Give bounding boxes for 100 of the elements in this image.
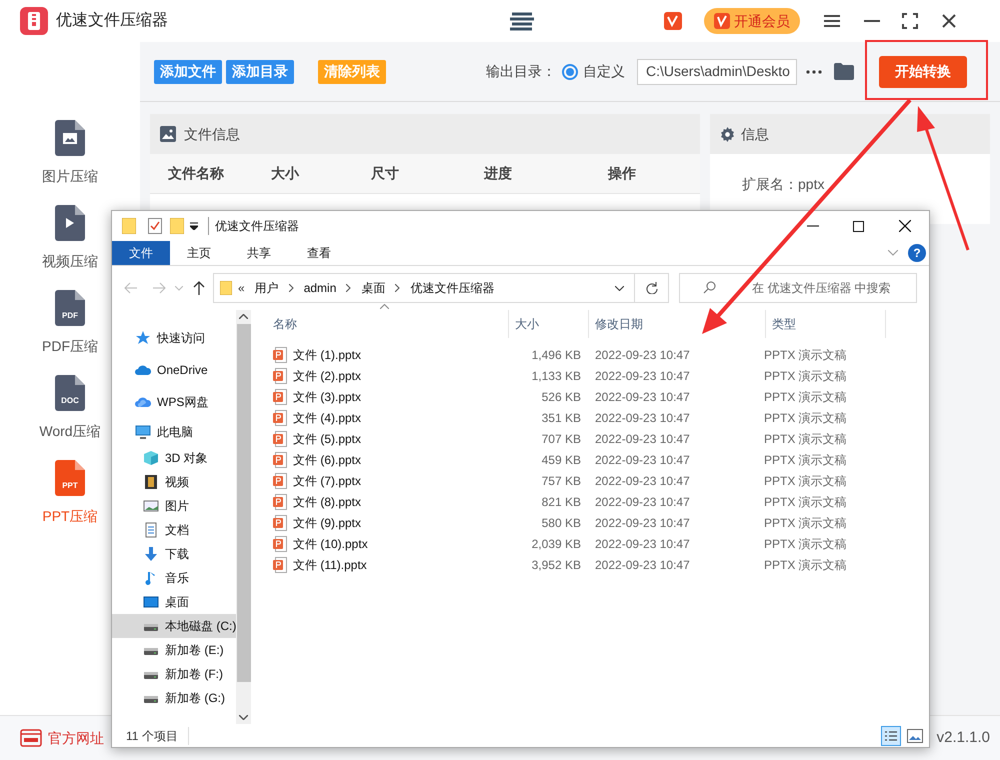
column-header: 文件名称 [168, 164, 225, 183]
help-button[interactable]: ? [908, 244, 926, 262]
file-name[interactable]: 文件 (1).pptx [293, 346, 362, 364]
file-date: 2022-09-23 10:47 [594, 452, 691, 468]
document-icon [55, 375, 85, 411]
search-icon [703, 281, 716, 294]
nav-item[interactable]: 音乐 [112, 566, 236, 590]
file-name[interactable]: 文件 (7).pptx [293, 472, 362, 490]
minimize-icon[interactable] [807, 225, 819, 227]
output-path-field[interactable]: C:\Users\admin\Deskto [637, 58, 797, 84]
desktop-icon [143, 594, 159, 610]
file-date: 2022-09-23 10:47 [594, 472, 691, 490]
scrollbar-thumb[interactable] [236, 324, 250, 682]
column-header[interactable]: 类型 [766, 310, 886, 338]
file-type: PPTX 演示文稿 [763, 556, 847, 574]
file-name[interactable]: 文件 (3).pptx [293, 388, 362, 406]
file-type: PPTX 演示文稿 [763, 430, 847, 448]
pc-icon [135, 424, 151, 440]
output-directory-label: 输出目录： [486, 62, 556, 81]
chevron-right-icon[interactable] [395, 284, 400, 292]
column-header: 大小 [271, 164, 300, 183]
ribbon-tab[interactable]: 文件 [112, 241, 170, 265]
file-name[interactable]: 文件 (9).pptx [293, 514, 362, 532]
preview-view-icon[interactable] [907, 728, 923, 742]
window-title: 优速文件压缩器 [208, 217, 299, 235]
file-size: 757 KB [540, 472, 581, 490]
website-icon[interactable] [20, 729, 42, 747]
custom-radio[interactable]: 自定义 [562, 61, 625, 82]
up-arrow-icon[interactable] [193, 281, 205, 295]
file-name[interactable]: 文件 (5).pptx [293, 430, 362, 448]
address-bar[interactable]: « 用户 admin 桌面 优速文件压缩器 [213, 273, 669, 303]
settings-icon [720, 126, 735, 142]
file-size: 580 KB [540, 514, 581, 532]
column-header[interactable]: 大小 [509, 310, 589, 338]
more-icon[interactable] [806, 70, 822, 74]
official-website-link[interactable]: 官方网址 [48, 728, 104, 748]
pptx-file-icon [273, 536, 287, 552]
ribbon-tab[interactable]: 查看 [290, 241, 348, 265]
file-name[interactable]: 文件 (2).pptx [293, 366, 362, 384]
vip-icon[interactable] [664, 12, 682, 30]
icon-label: PPT [61, 482, 79, 490]
panel-title: 文件信息 [184, 124, 240, 144]
breadcrumb-item[interactable]: 用户 [254, 279, 279, 297]
file-size: 459 KB [540, 452, 581, 468]
pptx-file-icon [273, 368, 287, 384]
file-type: PPTX 演示文稿 [763, 388, 847, 406]
field-label: 扩展名： [742, 175, 798, 194]
overflow-chevron[interactable]: « [238, 279, 245, 297]
chevron-down-icon[interactable] [615, 286, 624, 290]
breadcrumb-item[interactable]: 桌面 [361, 279, 386, 297]
menu-icon[interactable] [824, 14, 840, 28]
file-name[interactable]: 文件 (11).pptx [293, 556, 367, 574]
file-size: 707 KB [540, 430, 581, 448]
close-icon[interactable] [899, 220, 911, 232]
nav-item[interactable]: 本地磁盘 (C:) [112, 614, 236, 638]
file-type: PPTX 演示文稿 [763, 514, 847, 532]
folder-icon[interactable] [834, 63, 854, 80]
dropdown-icon[interactable] [190, 222, 198, 230]
ribbon-tab[interactable]: 主页 [170, 241, 228, 265]
details-view-icon[interactable] [881, 726, 901, 746]
film-icon [143, 474, 159, 490]
file-size: 526 KB [540, 388, 581, 406]
sort-up-icon[interactable] [380, 304, 389, 309]
file-size: 2,039 KB [530, 536, 581, 552]
column-header: 操作 [608, 164, 637, 183]
scroll-up-icon[interactable] [239, 314, 248, 319]
file-name[interactable]: 文件 (8).pptx [293, 492, 362, 510]
fullscreen-icon[interactable] [902, 13, 918, 29]
ribbon-tab[interactable]: 共享 [230, 241, 288, 265]
pptx-file-icon [273, 452, 287, 468]
file-name[interactable]: 文件 (10).pptx [293, 534, 368, 552]
file-size: 821 KB [540, 494, 581, 510]
file-type: PPTX 演示文稿 [763, 368, 847, 384]
breadcrumb-item[interactable]: 优速文件压缩器 [410, 279, 494, 297]
search-field[interactable]: 在 优速文件压缩器 中搜索 [679, 273, 917, 303]
scroll-down-icon[interactable] [239, 715, 248, 720]
maximize-icon[interactable] [853, 220, 864, 232]
file-date: 2022-09-23 10:47 [594, 368, 691, 384]
field-value: pptx [798, 175, 824, 194]
chevron-right-icon[interactable] [346, 284, 352, 292]
nav-item[interactable]: 下载 [112, 542, 236, 566]
file-size: 351 KB [540, 410, 581, 426]
nav-item[interactable]: 新加卷 (G:) [112, 686, 236, 710]
nav-item[interactable]: 新加卷 (F:) [112, 662, 236, 686]
download-icon [143, 546, 159, 562]
close-icon[interactable] [942, 14, 956, 28]
breadcrumb-item[interactable]: admin [304, 279, 336, 297]
file-name[interactable]: 文件 (6).pptx [293, 450, 362, 468]
start-convert-button[interactable]: 开始转换 [879, 56, 967, 88]
column-header[interactable]: 名称 [251, 310, 509, 338]
document-icon [55, 290, 85, 326]
properties-icon[interactable] [148, 218, 162, 234]
nav-item[interactable]: 新加卷 (E:) [112, 638, 236, 662]
file-name[interactable]: 文件 (4).pptx [293, 408, 362, 426]
file-date: 2022-09-23 10:47 [594, 388, 691, 406]
sidebar-item[interactable]: 图片压缩 [10, 120, 130, 188]
file-type: PPTX 演示文稿 [763, 346, 847, 364]
nav-item[interactable]: 桌面 [112, 590, 236, 614]
chevron-right-icon[interactable] [288, 284, 294, 292]
refresh-icon[interactable] [646, 282, 658, 294]
